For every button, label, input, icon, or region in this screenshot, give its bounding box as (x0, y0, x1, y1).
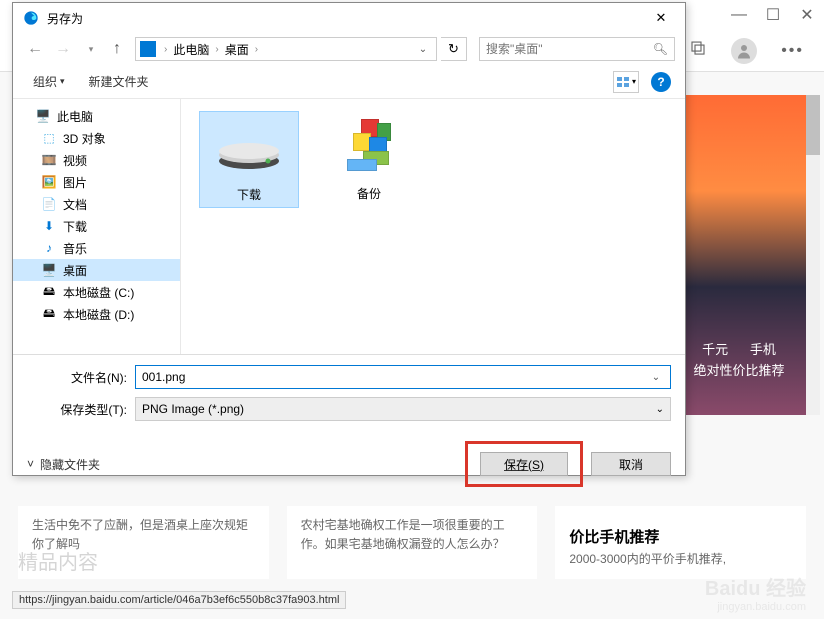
dialog-body: 🖥️ 此电脑 ⬚3D 对象 🎞️视频 🖼️图片 📄文档 ⬇下载 ♪音乐 🖥️桌面… (13, 99, 685, 355)
up-button[interactable]: ↑ (107, 37, 127, 61)
search-box[interactable]: 🔍︎ (479, 37, 675, 61)
drive-icon: 🖴 (41, 306, 57, 322)
hide-folders-toggle[interactable]: ˅ 隐藏文件夹 (27, 456, 100, 473)
breadcrumb-desktop[interactable]: 桌面 (221, 41, 253, 58)
nav-tree: 🖥️ 此电脑 ⬚3D 对象 🎞️视频 🖼️图片 📄文档 ⬇下载 ♪音乐 🖥️桌面… (13, 99, 181, 354)
close-icon[interactable]: ✕ (800, 8, 814, 22)
video-icon: 🎞️ (41, 152, 57, 168)
minimize-icon[interactable]: — (732, 8, 746, 22)
pc-icon: 🖥️ (35, 108, 51, 124)
folder-backup[interactable]: 备份 (319, 111, 419, 206)
dialog-footer: ˅ 隐藏文件夹 保存(S) 取消 (13, 435, 685, 501)
article-card[interactable]: 价比手机推荐 2000-3000内的平价手机推荐, (555, 506, 806, 579)
tree-drive-c[interactable]: 🖴本地磁盘 (C:) (13, 281, 180, 303)
dialog-fields: 文件名(N): ⌄ 保存类型(T): PNG Image (*.png) ⌄ (13, 355, 685, 435)
drive-icon: 🖴 (41, 284, 57, 300)
tree-pictures[interactable]: 🖼️图片 (13, 171, 180, 193)
scrollbar-thumb[interactable] (806, 95, 820, 155)
drive-icon (211, 116, 287, 180)
page-scrollbar[interactable] (806, 95, 820, 415)
file-pane[interactable]: 下载 备份 (181, 99, 685, 354)
document-icon: 📄 (41, 196, 57, 212)
address-bar[interactable]: › 此电脑 › 桌面 › ⌄ (135, 37, 437, 61)
tree-3d-objects[interactable]: ⬚3D 对象 (13, 127, 180, 149)
tree-this-pc[interactable]: 🖥️ 此电脑 (13, 105, 180, 127)
tree-desktop[interactable]: 🖥️桌面 (13, 259, 180, 281)
download-icon: ⬇ (41, 218, 57, 234)
maximize-icon[interactable]: ☐ (766, 8, 780, 22)
music-icon: ♪ (41, 240, 57, 256)
navigation-bar: ← → ▾ ↑ › 此电脑 › 桌面 › ⌄ ↻ 🔍︎ (13, 33, 685, 65)
filename-input[interactable] (142, 370, 648, 384)
dialog-close-button[interactable]: ✕ (643, 4, 679, 32)
back-button[interactable]: ← (23, 37, 47, 61)
folder-download[interactable]: 下载 (199, 111, 299, 208)
tree-documents[interactable]: 📄文档 (13, 193, 180, 215)
status-bar-url: https://jingyan.baidu.com/article/046a7b… (12, 591, 346, 609)
tree-videos[interactable]: 🎞️视频 (13, 149, 180, 171)
chevron-up-icon: ˅ (27, 457, 34, 471)
desktop-icon: 🖥️ (41, 262, 57, 278)
folder-label: 备份 (323, 185, 415, 202)
card-title: 价比手机推荐 (569, 526, 792, 550)
folder-label: 下载 (204, 186, 294, 203)
breadcrumb-pc[interactable]: 此电脑 (169, 41, 213, 58)
section-heading: 精品内容 (18, 546, 98, 575)
backup-icon (331, 115, 407, 179)
collections-icon[interactable] (689, 39, 707, 62)
dialog-titlebar: 另存为 ✕ (13, 3, 685, 33)
forward-button[interactable]: → (51, 37, 75, 61)
refresh-button[interactable]: ↻ (441, 37, 467, 61)
cube-icon: ⬚ (41, 130, 57, 146)
save-highlight: 保存(S) (465, 441, 583, 487)
save-as-dialog: 另存为 ✕ ← → ▾ ↑ › 此电脑 › 桌面 › ⌄ ↻ 🔍︎ 组织▾ 新建… (12, 2, 686, 476)
chevron-right-icon[interactable]: › (253, 44, 260, 55)
cancel-button[interactable]: 取消 (591, 452, 671, 476)
search-input[interactable] (486, 42, 653, 56)
tree-music[interactable]: ♪音乐 (13, 237, 180, 259)
filetype-select[interactable]: PNG Image (*.png) ⌄ (135, 397, 671, 421)
chevron-right-icon[interactable]: › (213, 44, 220, 55)
pc-icon (140, 41, 156, 57)
history-dropdown[interactable]: ▾ (79, 37, 103, 61)
dialog-title: 另存为 (47, 10, 643, 27)
organize-button[interactable]: 组织▾ (27, 69, 71, 94)
chevron-down-icon: ⌄ (656, 404, 664, 415)
filename-dropdown[interactable]: ⌄ (648, 372, 664, 383)
watermark: Baidu 经验 (705, 572, 806, 601)
more-icon[interactable]: ••• (781, 42, 804, 60)
page-cards: 生活中免不了应酬，但是酒桌上座次规矩你了解吗 农村宅基地确权工作是一项很重要的工… (18, 506, 806, 579)
watermark-sub: jingyan.baidu.com (717, 601, 806, 613)
chevron-right-icon[interactable]: › (162, 44, 169, 55)
new-folder-button[interactable]: 新建文件夹 (83, 69, 155, 94)
search-icon[interactable]: 🔍︎ (653, 42, 668, 56)
help-button[interactable]: ? (651, 72, 671, 92)
picture-icon: 🖼️ (41, 174, 57, 190)
filename-label: 文件名(N): (27, 369, 135, 386)
edge-icon (23, 10, 39, 26)
tree-drive-d[interactable]: 🖴本地磁盘 (D:) (13, 303, 180, 325)
dialog-toolbar: 组织▾ 新建文件夹 ▾ ? (13, 65, 685, 99)
address-dropdown[interactable]: ⌄ (414, 44, 432, 55)
filetype-label: 保存类型(T): (27, 401, 135, 418)
save-button[interactable]: 保存(S) (480, 452, 568, 476)
article-card[interactable]: 农村宅基地确权工作是一项很重要的工作。如果宅基地确权漏登的人怎么办？ (287, 506, 538, 579)
profile-avatar[interactable] (731, 38, 757, 64)
view-options-button[interactable]: ▾ (613, 71, 639, 93)
ad-text: 千元 手机 绝对性价比推荐 (664, 340, 814, 382)
tree-downloads[interactable]: ⬇下载 (13, 215, 180, 237)
